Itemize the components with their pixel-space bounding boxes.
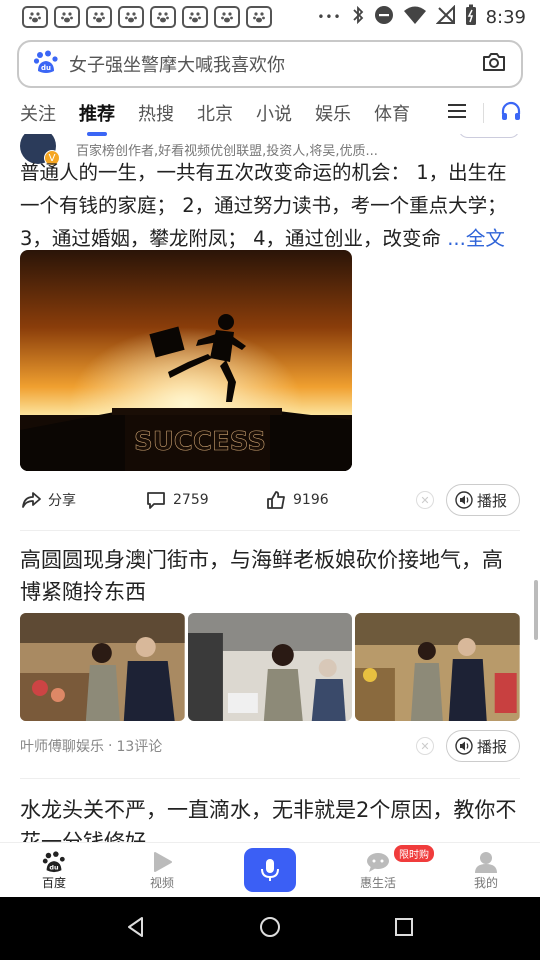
post-body: 普通人的一生，一共有五次改变命运的机会： 1，出生在一个有钱的家庭； 2，通过努… bbox=[20, 161, 507, 250]
headphones-icon[interactable] bbox=[500, 100, 522, 126]
tab-novel[interactable]: 小说 bbox=[256, 100, 292, 126]
comment-count: 2759 bbox=[173, 492, 209, 508]
search-input[interactable]: du 女子强坐警摩大喊我喜欢你 bbox=[17, 40, 523, 88]
nav-video[interactable]: 视频 bbox=[108, 843, 216, 897]
nav-voice-search[interactable] bbox=[216, 843, 324, 897]
full-text-link[interactable]: ...全文 bbox=[447, 227, 505, 250]
divider bbox=[20, 530, 520, 531]
user-icon bbox=[475, 851, 497, 873]
baidu-logo-icon: du bbox=[33, 49, 59, 79]
news-title[interactable]: 水龙头关不严，一直滴水，无非就是2个原因，教你不花一分钱修好 bbox=[20, 794, 520, 842]
play-label: 播报 bbox=[476, 737, 507, 756]
post-image[interactable]: SUCCESS bbox=[20, 250, 352, 471]
nav-life[interactable]: 惠生活 限时购 bbox=[324, 843, 434, 897]
back-icon[interactable] bbox=[126, 916, 146, 942]
play-audio-button[interactable]: 播报 bbox=[445, 484, 520, 516]
baidu-paw-icon: du bbox=[42, 850, 65, 872]
play-icon bbox=[154, 851, 172, 872]
svg-text:du: du bbox=[41, 64, 51, 72]
play-audio-button[interactable]: 播报 bbox=[445, 730, 520, 762]
dismiss-icon[interactable]: ✕ bbox=[416, 737, 434, 755]
like-button[interactable]: 9196 bbox=[265, 489, 329, 511]
share-label: 分享 bbox=[48, 493, 76, 509]
comment-icon bbox=[147, 492, 165, 509]
mic-icon bbox=[261, 859, 279, 881]
nav-label: 惠生活 bbox=[359, 875, 396, 890]
news-source-row: 叶师傅聊娱乐 · 13评论 ✕ 播报 bbox=[20, 728, 520, 764]
news-source[interactable]: 叶师傅聊娱乐 bbox=[20, 736, 104, 756]
dnd-icon bbox=[374, 5, 394, 30]
notification-icons bbox=[22, 6, 272, 28]
baidu-paw-icon bbox=[54, 6, 80, 28]
bottom-nav: du 百度 视频 惠生活 限时购 我的 bbox=[0, 842, 540, 897]
signal-icon bbox=[435, 4, 456, 30]
news-thumbnail[interactable] bbox=[20, 613, 185, 721]
comment-button[interactable]: 2759 bbox=[145, 489, 265, 511]
home-icon[interactable] bbox=[259, 916, 281, 942]
dot-separator: · bbox=[108, 738, 113, 754]
news-feed[interactable]: V 百家榜创作者,好看视频优创联盟,投资人,将吴,优质... 普通人的一生，一共… bbox=[0, 134, 540, 842]
nav-label: 视频 bbox=[149, 875, 174, 890]
baidu-paw-icon bbox=[22, 6, 48, 28]
like-count: 9196 bbox=[293, 492, 329, 508]
tab-recommend[interactable]: 推荐 bbox=[79, 100, 115, 136]
tab-sports[interactable]: 体育 bbox=[374, 100, 410, 126]
news-title[interactable]: 高圆圆现身澳门街市，与海鲜老板娘砍价接地气，高博紧随拎东西 bbox=[20, 544, 520, 608]
nav-label: 百度 bbox=[41, 875, 66, 890]
baidu-paw-icon bbox=[86, 6, 112, 28]
baidu-paw-icon bbox=[246, 6, 272, 28]
limited-sale-badge: 限时购 bbox=[394, 845, 434, 862]
success-image-text: SUCCESS bbox=[134, 427, 266, 457]
tab-beijing[interactable]: 北京 bbox=[197, 100, 233, 126]
tab-entertainment[interactable]: 娱乐 bbox=[315, 100, 351, 126]
battery-icon bbox=[465, 4, 477, 31]
channel-tabs: 关注 推荐 热搜 北京 小说 娱乐 体育 bbox=[0, 92, 540, 136]
news-images[interactable] bbox=[20, 613, 521, 721]
speaker-icon bbox=[455, 737, 473, 755]
recents-icon[interactable] bbox=[394, 917, 414, 941]
share-button[interactable]: 分享 bbox=[20, 489, 145, 511]
mic-button[interactable] bbox=[244, 848, 296, 892]
divider bbox=[20, 778, 520, 779]
baidu-paw-icon bbox=[182, 6, 208, 28]
speaker-icon bbox=[455, 491, 473, 509]
tab-follow[interactable]: 关注 bbox=[20, 100, 56, 126]
play-label: 播报 bbox=[476, 491, 507, 510]
news-thumbnail[interactable] bbox=[187, 613, 353, 721]
menu-icon[interactable] bbox=[447, 102, 467, 124]
nav-mine[interactable]: 我的 bbox=[432, 843, 540, 897]
clock: 8:39 bbox=[485, 6, 526, 28]
baidu-paw-icon bbox=[150, 6, 176, 28]
nav-label: 我的 bbox=[473, 875, 498, 890]
share-icon bbox=[22, 492, 41, 508]
bluetooth-icon bbox=[351, 5, 365, 30]
camera-icon[interactable] bbox=[481, 50, 507, 78]
system-nav-bar bbox=[0, 897, 540, 960]
thumbs-up-icon bbox=[267, 491, 285, 509]
baidu-paw-icon bbox=[214, 6, 240, 28]
tab-hot-search[interactable]: 热搜 bbox=[138, 100, 174, 126]
scrollbar[interactable] bbox=[534, 580, 538, 640]
baidu-paw-icon bbox=[118, 6, 144, 28]
chat-icon bbox=[367, 852, 389, 872]
nav-baidu[interactable]: du 百度 bbox=[0, 843, 108, 897]
wifi-icon bbox=[403, 5, 427, 30]
post-actions: 分享 2759 9196 ✕ 播报 bbox=[20, 482, 520, 518]
more-notifications-icon: ••• bbox=[317, 10, 342, 24]
post-text[interactable]: 普通人的一生，一共有五次改变命运的机会： 1，出生在一个有钱的家庭； 2，通过努… bbox=[20, 156, 520, 255]
news-thumbnail[interactable] bbox=[355, 613, 521, 721]
news-comments: 13评论 bbox=[116, 739, 163, 755]
follow-button[interactable] bbox=[458, 134, 520, 138]
dismiss-icon[interactable]: ✕ bbox=[416, 491, 434, 509]
search-placeholder: 女子强坐警摩大喊我喜欢你 bbox=[69, 55, 285, 76]
status-bar: ••• 8:39 bbox=[0, 0, 540, 34]
divider bbox=[483, 103, 484, 123]
svg-text:du: du bbox=[49, 863, 59, 871]
